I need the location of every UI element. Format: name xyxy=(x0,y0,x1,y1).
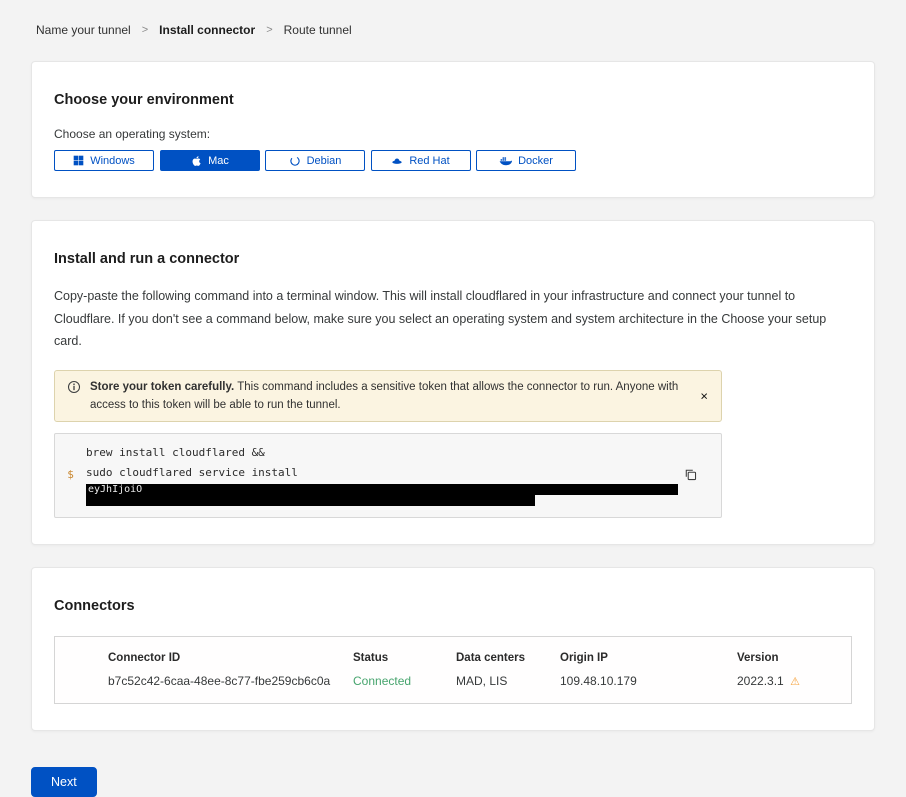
redacted-token-bar xyxy=(86,495,535,506)
token-warning-banner: Store your token carefully. This command… xyxy=(54,370,722,423)
os-button-label: Red Hat xyxy=(409,155,449,167)
data-centers-cell: MAD, LIS xyxy=(456,674,560,688)
table-row: b7c52c42-6caa-48ee-8c77-fbe259cb6c0a Con… xyxy=(55,669,851,703)
warning-triangle-icon: ⚠ xyxy=(790,676,800,688)
header-status: Status xyxy=(353,652,456,664)
header-version: Version xyxy=(737,652,851,664)
code-line-2: sudo cloudflared service install xyxy=(86,463,678,483)
os-button-label: Debian xyxy=(307,155,342,167)
tunnel-setup-page: Name your tunnel > Install connector > R… xyxy=(0,0,906,797)
os-button-windows[interactable]: Windows xyxy=(54,150,154,171)
connector-id-cell: b7c52c42-6caa-48ee-8c77-fbe259cb6c0a xyxy=(55,674,353,688)
header-origin-ip: Origin IP xyxy=(560,652,737,664)
docker-icon xyxy=(499,154,512,167)
chevron-separator-icon: > xyxy=(266,24,272,36)
version-cell: 2022.3.1 ⚠ xyxy=(737,674,851,688)
os-select-label: Choose an operating system: xyxy=(54,127,852,141)
install-connector-card: Install and run a connector Copy-paste t… xyxy=(31,220,875,545)
copy-icon[interactable] xyxy=(682,466,699,486)
choose-environment-card: Choose your environment Choose an operat… xyxy=(31,61,875,198)
token-warning-bold: Store your token carefully. xyxy=(90,381,234,393)
terminal-prompt: $ xyxy=(55,468,86,481)
install-connector-title: Install and run a connector xyxy=(54,251,852,267)
choose-environment-title: Choose your environment xyxy=(54,92,852,108)
os-button-label: Docker xyxy=(518,155,553,167)
os-button-label: Mac xyxy=(208,155,229,167)
breadcrumb-step-install-connector[interactable]: Install connector xyxy=(159,23,255,37)
token-visible-prefix: eyJhIjoiO xyxy=(86,484,142,495)
connectors-card: Connectors Connector ID Status Data cent… xyxy=(31,567,875,731)
close-icon[interactable]: × xyxy=(695,387,713,404)
next-button[interactable]: Next xyxy=(31,767,97,797)
chevron-separator-icon: > xyxy=(142,24,148,36)
os-button-group: Windows Mac Debian Red Hat xyxy=(54,150,852,171)
redacted-token-bar: eyJhIjoiO xyxy=(86,484,678,495)
os-button-mac[interactable]: Mac xyxy=(160,150,260,171)
connectors-title: Connectors xyxy=(54,598,852,614)
breadcrumb-step-name-your-tunnel[interactable]: Name your tunnel xyxy=(36,23,131,37)
redhat-icon xyxy=(391,155,403,167)
code-line-1: brew install cloudflared && xyxy=(86,443,678,463)
os-button-redhat[interactable]: Red Hat xyxy=(371,150,471,171)
breadcrumb-step-route-tunnel[interactable]: Route tunnel xyxy=(284,23,352,37)
os-button-docker[interactable]: Docker xyxy=(476,150,576,171)
os-button-label: Windows xyxy=(90,155,135,167)
connectors-table: Connector ID Status Data centers Origin … xyxy=(54,636,852,704)
install-command-block: $ brew install cloudflared && sudo cloud… xyxy=(54,433,722,518)
install-description: Copy-paste the following command into a … xyxy=(54,285,852,353)
breadcrumb: Name your tunnel > Install connector > R… xyxy=(31,0,875,61)
origin-ip-cell: 109.48.10.179 xyxy=(560,674,737,688)
header-data-centers: Data centers xyxy=(456,652,560,664)
windows-icon xyxy=(73,155,84,166)
info-circle-icon xyxy=(67,380,81,399)
debian-icon xyxy=(289,155,301,167)
header-connector-id: Connector ID xyxy=(55,652,353,664)
token-warning-text: Store your token carefully. This command… xyxy=(90,378,687,415)
table-header-row: Connector ID Status Data centers Origin … xyxy=(55,637,851,669)
version-value: 2022.3.1 xyxy=(737,674,784,688)
os-button-debian[interactable]: Debian xyxy=(265,150,365,171)
install-command-lines: brew install cloudflared && sudo cloudfl… xyxy=(86,443,678,506)
apple-icon xyxy=(190,155,202,167)
status-badge: Connected xyxy=(353,674,456,688)
